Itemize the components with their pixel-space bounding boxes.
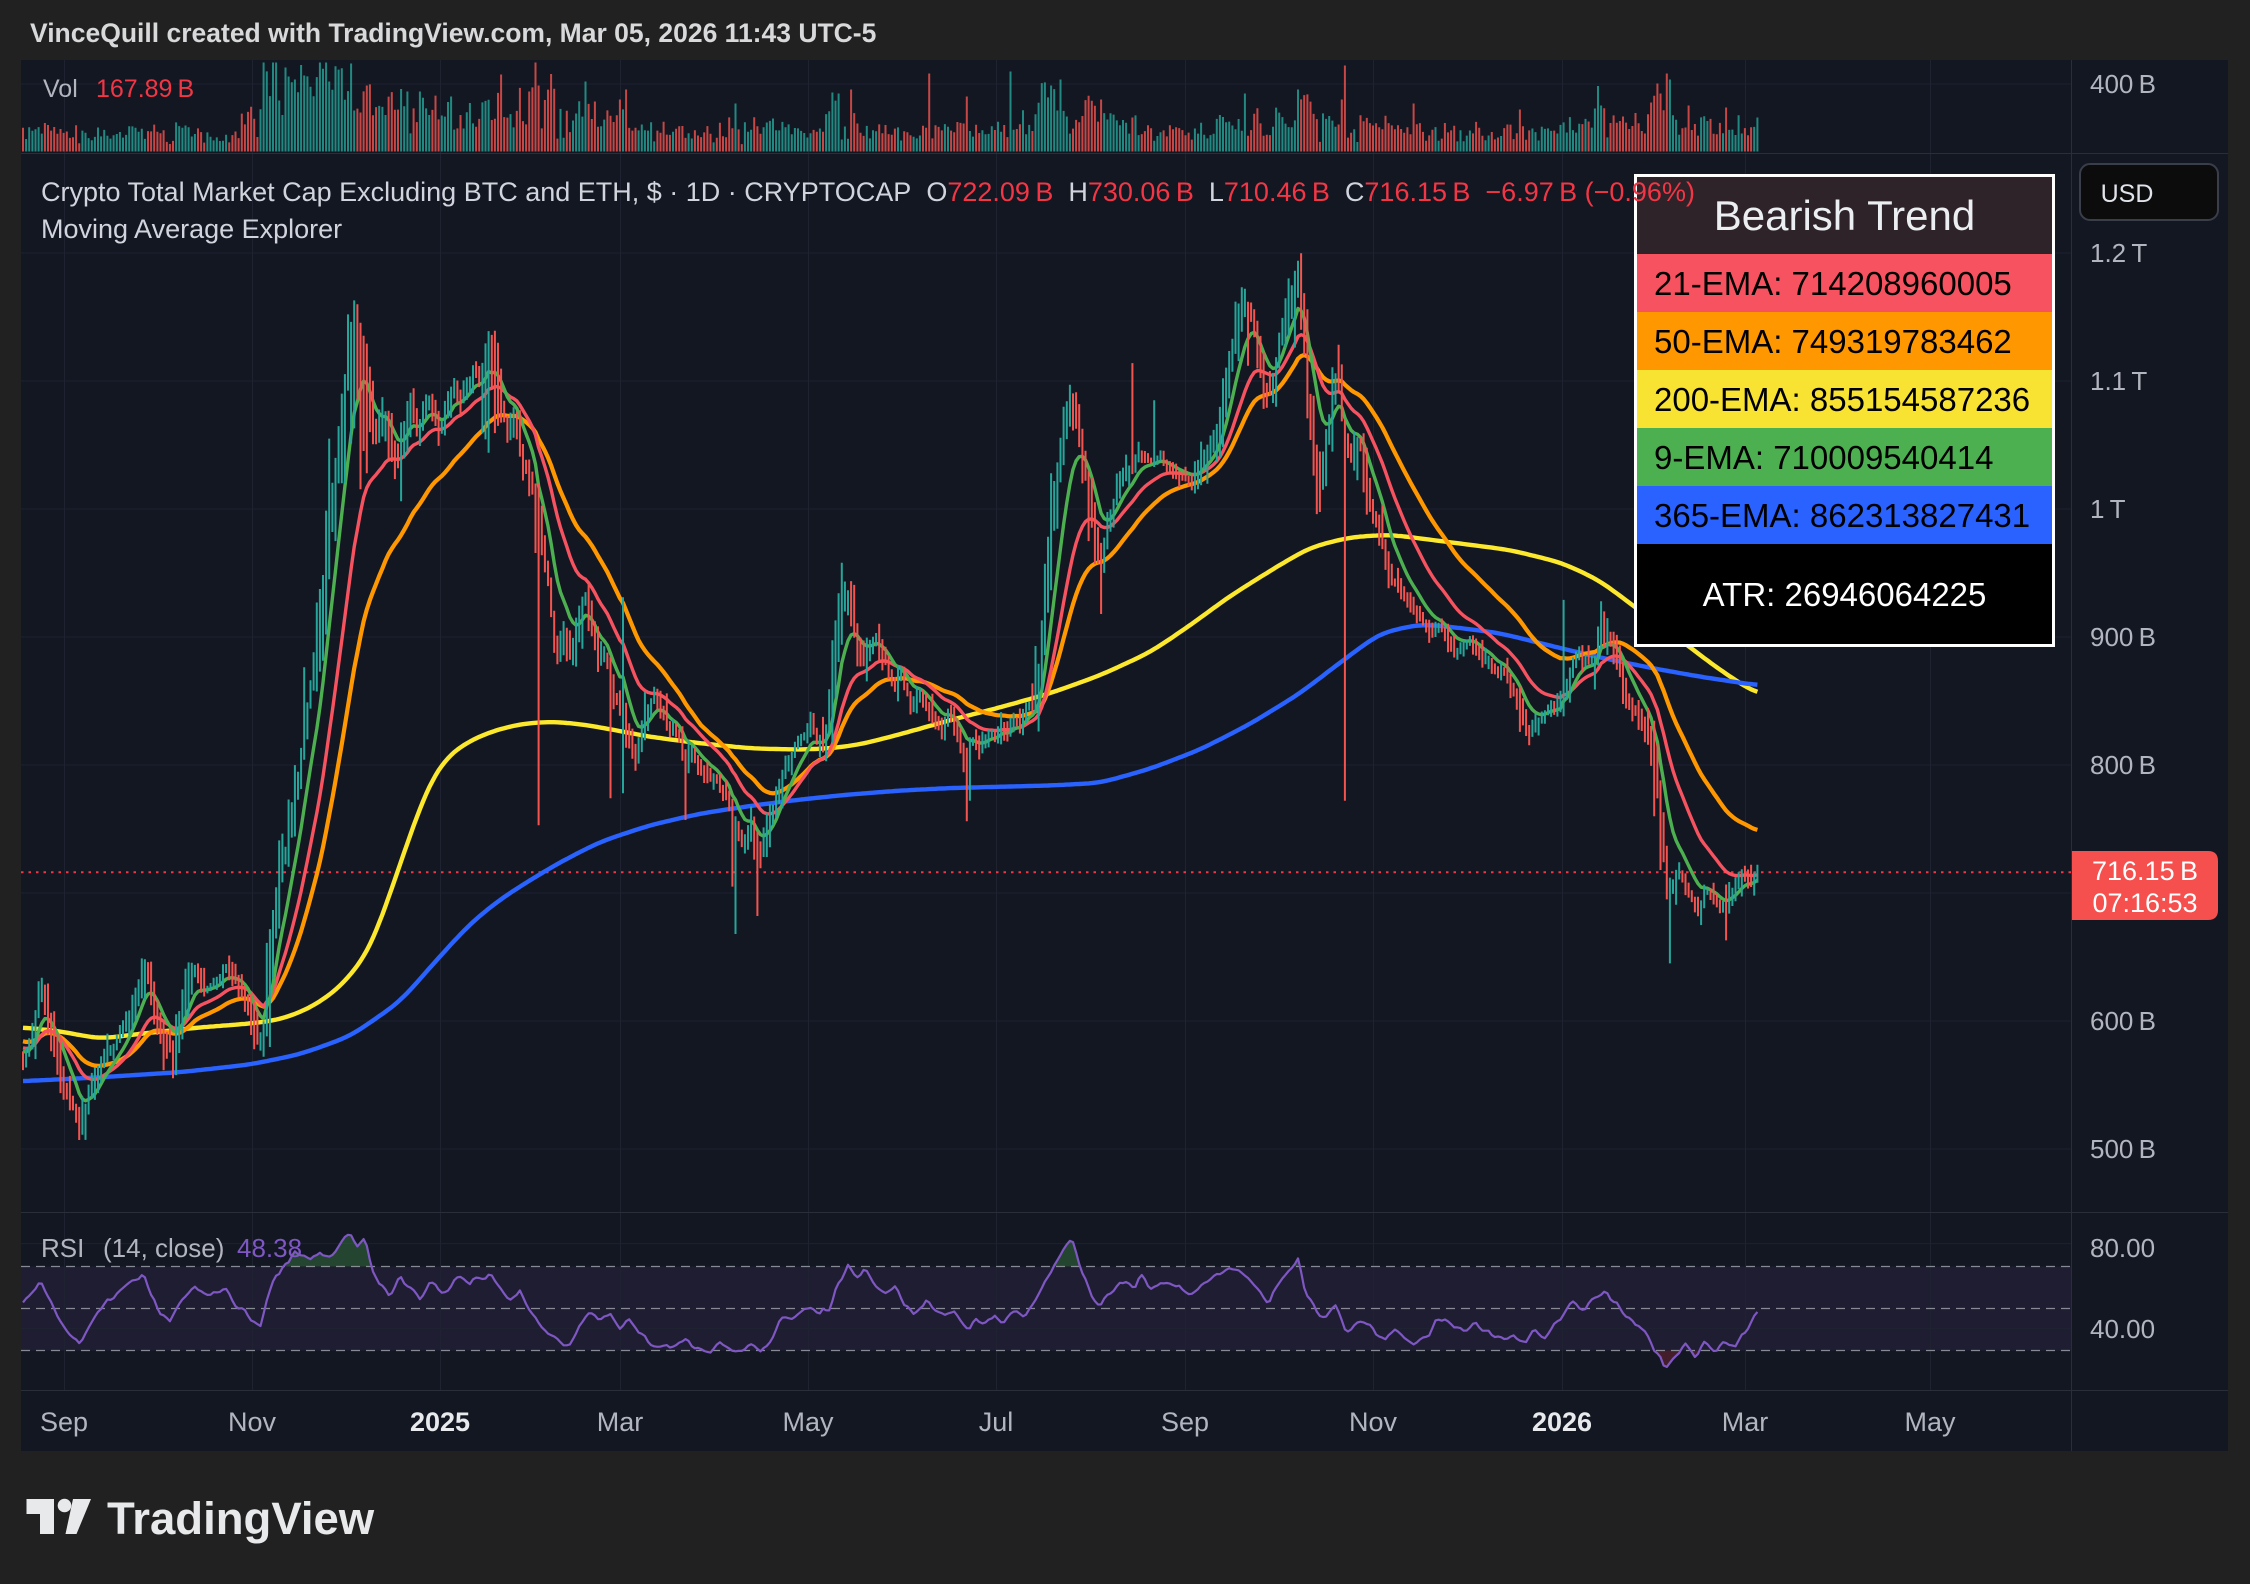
svg-text:400 B: 400 B: [2090, 69, 2156, 99]
svg-text:800 B: 800 B: [2090, 750, 2156, 780]
svg-text:Sep: Sep: [40, 1407, 88, 1437]
svg-text:Jul: Jul: [979, 1407, 1014, 1437]
svg-text:RSI: RSI: [41, 1233, 84, 1263]
svg-text:716.15 B: 716.15 B: [2092, 856, 2198, 886]
svg-text:USD: USD: [2101, 180, 2154, 208]
svg-text:1.2 T: 1.2 T: [2090, 238, 2147, 268]
svg-text:900 B: 900 B: [2090, 622, 2156, 652]
svg-text:80.00: 80.00: [2090, 1233, 2155, 1263]
svg-text:VinceQuill created with Tradin: VinceQuill created with TradingView.com,…: [30, 18, 876, 48]
svg-text:200-EMA: 855154587236: 200-EMA: 855154587236: [1654, 381, 2030, 418]
svg-text:Nov: Nov: [228, 1407, 277, 1437]
svg-text:Crypto Total Market Cap Exclud: Crypto Total Market Cap Excluding BTC an…: [41, 177, 1695, 207]
svg-text:50-EMA: 749319783462: 50-EMA: 749319783462: [1654, 323, 2012, 360]
svg-text:Vol: Vol: [43, 75, 78, 103]
svg-text:600 B: 600 B: [2090, 1006, 2156, 1036]
svg-text:1 T: 1 T: [2090, 494, 2126, 524]
svg-text:TradingView: TradingView: [107, 1493, 375, 1544]
svg-text:2026: 2026: [1532, 1407, 1592, 1437]
svg-text:48.38: 48.38: [237, 1233, 302, 1263]
svg-text:1.1 T: 1.1 T: [2090, 366, 2147, 396]
svg-text:500 B: 500 B: [2090, 1134, 2156, 1164]
svg-text:365-EMA: 862313827431: 365-EMA: 862313827431: [1654, 497, 2030, 534]
svg-text:9-EMA: 710009540414: 9-EMA: 710009540414: [1654, 439, 1993, 476]
svg-text:Mar: Mar: [1722, 1407, 1769, 1437]
svg-text:Mar: Mar: [597, 1407, 644, 1437]
svg-text:Bearish Trend: Bearish Trend: [1714, 192, 1975, 239]
svg-text:21-EMA: 714208960005: 21-EMA: 714208960005: [1654, 265, 2012, 302]
svg-text:(14, close): (14, close): [103, 1233, 224, 1263]
svg-text:2025: 2025: [410, 1407, 470, 1437]
svg-text:May: May: [782, 1407, 834, 1437]
svg-text:Moving Average Explorer: Moving Average Explorer: [41, 214, 342, 244]
svg-text:167.89 B: 167.89 B: [96, 75, 194, 103]
svg-text:May: May: [1904, 1407, 1956, 1437]
svg-text:Nov: Nov: [1349, 1407, 1398, 1437]
svg-text:Sep: Sep: [1161, 1407, 1209, 1437]
svg-text:ATR: 26946064225: ATR: 26946064225: [1703, 576, 1987, 613]
svg-text:07:16:53: 07:16:53: [2092, 888, 2197, 918]
svg-text:40.00: 40.00: [2090, 1314, 2155, 1344]
